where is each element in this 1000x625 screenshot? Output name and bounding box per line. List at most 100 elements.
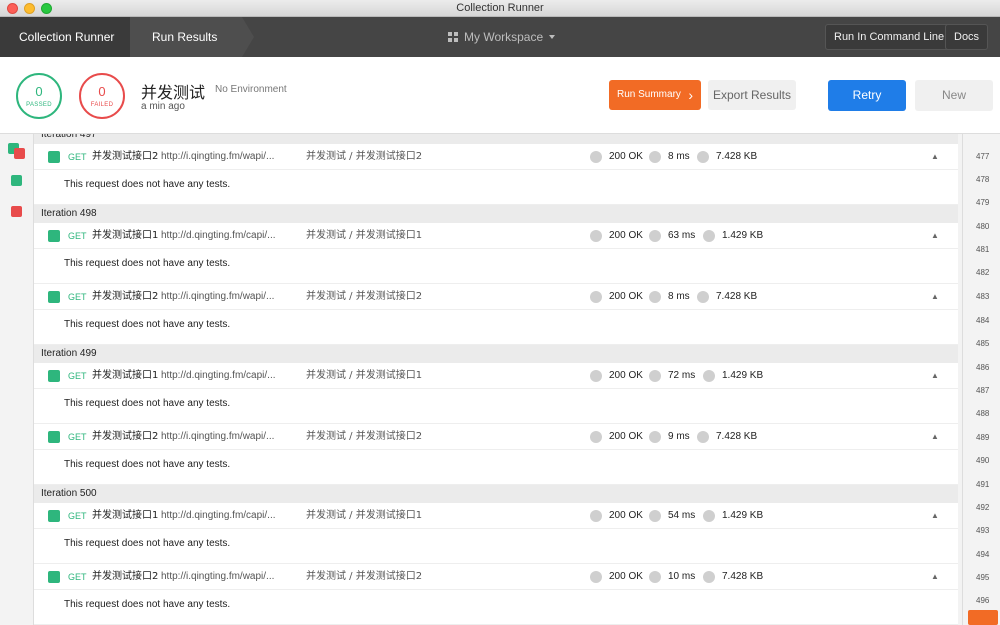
status-dot-icon bbox=[590, 151, 602, 163]
test-note: This request does not have any tests. bbox=[34, 529, 958, 564]
response-size: 7.428 KB bbox=[716, 151, 758, 162]
pass-status-icon bbox=[48, 370, 60, 382]
run-in-command-line-button[interactable]: Run In Command Line bbox=[825, 24, 954, 50]
workspace-selector[interactable]: My Workspace bbox=[448, 17, 556, 57]
iteration-gutter[interactable]: 477 478 479 480 481 482 483 484 485 486 … bbox=[958, 134, 1000, 625]
chevron-up-icon[interactable]: ▲ bbox=[931, 223, 939, 249]
request-row[interactable]: GET 并发测试接口2 http://i.qingting.fm/wapi/..… bbox=[34, 564, 958, 590]
chevron-up-icon[interactable]: ▲ bbox=[931, 284, 939, 310]
tab-collection-runner[interactable]: Collection Runner bbox=[0, 17, 142, 57]
chevron-right-icon: › bbox=[688, 87, 693, 103]
tab-run-results[interactable]: Run Results bbox=[130, 17, 254, 57]
request-url: http://i.qingting.fm/wapi/... bbox=[161, 431, 275, 442]
pass-status-icon bbox=[48, 230, 60, 242]
response-size: 1.429 KB bbox=[722, 370, 764, 381]
chevron-up-icon[interactable]: ▲ bbox=[931, 144, 939, 170]
gutter-number: 493 bbox=[976, 526, 990, 535]
gutter-number: 477 bbox=[976, 152, 990, 161]
response-time: 63 ms bbox=[668, 230, 696, 241]
time-dot-icon bbox=[649, 151, 661, 163]
response-size: 7.428 KB bbox=[716, 431, 758, 442]
close-window-icon[interactable] bbox=[7, 3, 18, 14]
pass-status-icon bbox=[48, 571, 60, 583]
chevron-up-icon[interactable]: ▲ bbox=[931, 564, 939, 590]
passed-label: PASSED bbox=[26, 102, 52, 108]
request-method: GET bbox=[68, 152, 87, 162]
status-dot-icon bbox=[590, 230, 602, 242]
time-dot-icon bbox=[649, 510, 661, 522]
request-method: GET bbox=[68, 572, 87, 582]
time-dot-icon bbox=[649, 431, 661, 443]
size-dot-icon bbox=[703, 230, 715, 242]
request-row[interactable]: GET 并发测试接口1 http://d.qingting.fm/capi/..… bbox=[34, 363, 958, 389]
request-path: 并发测试 / 并发测试接口2 bbox=[306, 571, 423, 582]
request-path: 并发测试 / 并发测试接口1 bbox=[306, 230, 423, 241]
chevron-up-icon[interactable]: ▲ bbox=[931, 503, 939, 529]
environment-label: No Environment bbox=[215, 84, 287, 95]
response-time: 8 ms bbox=[668, 151, 690, 162]
request-row[interactable]: GET 并发测试接口1 http://d.qingting.fm/capi/..… bbox=[34, 223, 958, 249]
request-method: GET bbox=[68, 292, 87, 302]
export-results-button[interactable]: Export Results bbox=[708, 80, 796, 110]
test-note: This request does not have any tests. bbox=[34, 450, 958, 485]
request-row[interactable]: GET 并发测试接口1 http://d.qingting.fm/capi/..… bbox=[34, 503, 958, 529]
request-url: http://i.qingting.fm/wapi/... bbox=[161, 291, 275, 302]
gutter-number: 488 bbox=[976, 409, 990, 418]
request-row[interactable]: GET 并发测试接口2 http://i.qingting.fm/wapi/..… bbox=[34, 144, 958, 170]
gutter-number: 485 bbox=[976, 339, 990, 348]
request-name: 并发测试接口2 bbox=[92, 291, 159, 302]
zoom-window-icon[interactable] bbox=[41, 3, 52, 14]
request-row[interactable]: GET 并发测试接口2 http://i.qingting.fm/wapi/..… bbox=[34, 424, 958, 450]
gutter-number: 494 bbox=[976, 550, 990, 559]
size-dot-icon bbox=[697, 291, 709, 303]
gutter-number: 480 bbox=[976, 222, 990, 231]
request-name: 并发测试接口2 bbox=[92, 151, 159, 162]
app-header: Collection Runner Run Results My Workspa… bbox=[0, 17, 1000, 57]
retry-button[interactable]: Retry bbox=[828, 80, 906, 111]
request-url: http://d.qingting.fm/capi/... bbox=[161, 370, 276, 381]
response-status: 200 OK bbox=[609, 230, 643, 241]
gutter-number: 481 bbox=[976, 245, 990, 254]
response-time: 72 ms bbox=[668, 370, 696, 381]
time-dot-icon bbox=[649, 571, 661, 583]
response-status: 200 OK bbox=[609, 370, 643, 381]
status-dot-icon bbox=[590, 370, 602, 382]
gutter-number: 484 bbox=[976, 316, 990, 325]
run-summary-button[interactable]: Run Summary › bbox=[609, 80, 701, 110]
docs-button[interactable]: Docs bbox=[945, 24, 989, 50]
gutter-number: 479 bbox=[976, 198, 990, 207]
test-note: This request does not have any tests. bbox=[34, 310, 958, 345]
request-path: 并发测试 / 并发测试接口2 bbox=[306, 151, 423, 162]
pass-status-icon bbox=[48, 510, 60, 522]
request-url: http://i.qingting.fm/wapi/... bbox=[161, 571, 275, 582]
request-name: 并发测试接口1 bbox=[92, 370, 159, 381]
gutter-number: 482 bbox=[976, 268, 990, 277]
test-note: This request does not have any tests. bbox=[34, 590, 958, 625]
chevron-down-icon bbox=[549, 35, 556, 39]
time-dot-icon bbox=[649, 291, 661, 303]
request-name: 并发测试接口2 bbox=[92, 431, 159, 442]
window-titlebar: Collection Runner bbox=[0, 0, 1000, 17]
request-name: 并发测试接口1 bbox=[92, 230, 159, 241]
minimize-window-icon[interactable] bbox=[24, 3, 35, 14]
test-note: This request does not have any tests. bbox=[34, 249, 958, 284]
gutter-number: 487 bbox=[976, 386, 990, 395]
request-url: http://i.qingting.fm/wapi/... bbox=[161, 151, 275, 162]
failed-filter-icon[interactable] bbox=[11, 206, 22, 217]
status-dot-icon bbox=[590, 291, 602, 303]
iteration-header: Iteration 498 bbox=[34, 205, 958, 223]
iteration-header: Iteration 499 bbox=[34, 345, 958, 363]
size-dot-icon bbox=[697, 151, 709, 163]
request-method: GET bbox=[68, 511, 87, 521]
new-button[interactable]: New bbox=[915, 80, 993, 111]
response-time: 9 ms bbox=[668, 431, 690, 442]
gutter-line bbox=[962, 134, 963, 625]
chevron-up-icon[interactable]: ▲ bbox=[931, 363, 939, 389]
run-name: 并发测试 bbox=[141, 83, 206, 102]
chevron-up-icon[interactable]: ▲ bbox=[931, 424, 939, 450]
filter-rail bbox=[0, 134, 34, 625]
request-path: 并发测试 / 并发测试接口2 bbox=[306, 291, 423, 302]
size-dot-icon bbox=[703, 571, 715, 583]
passed-filter-icon[interactable] bbox=[11, 175, 22, 186]
request-row[interactable]: GET 并发测试接口2 http://i.qingting.fm/wapi/..… bbox=[34, 284, 958, 310]
